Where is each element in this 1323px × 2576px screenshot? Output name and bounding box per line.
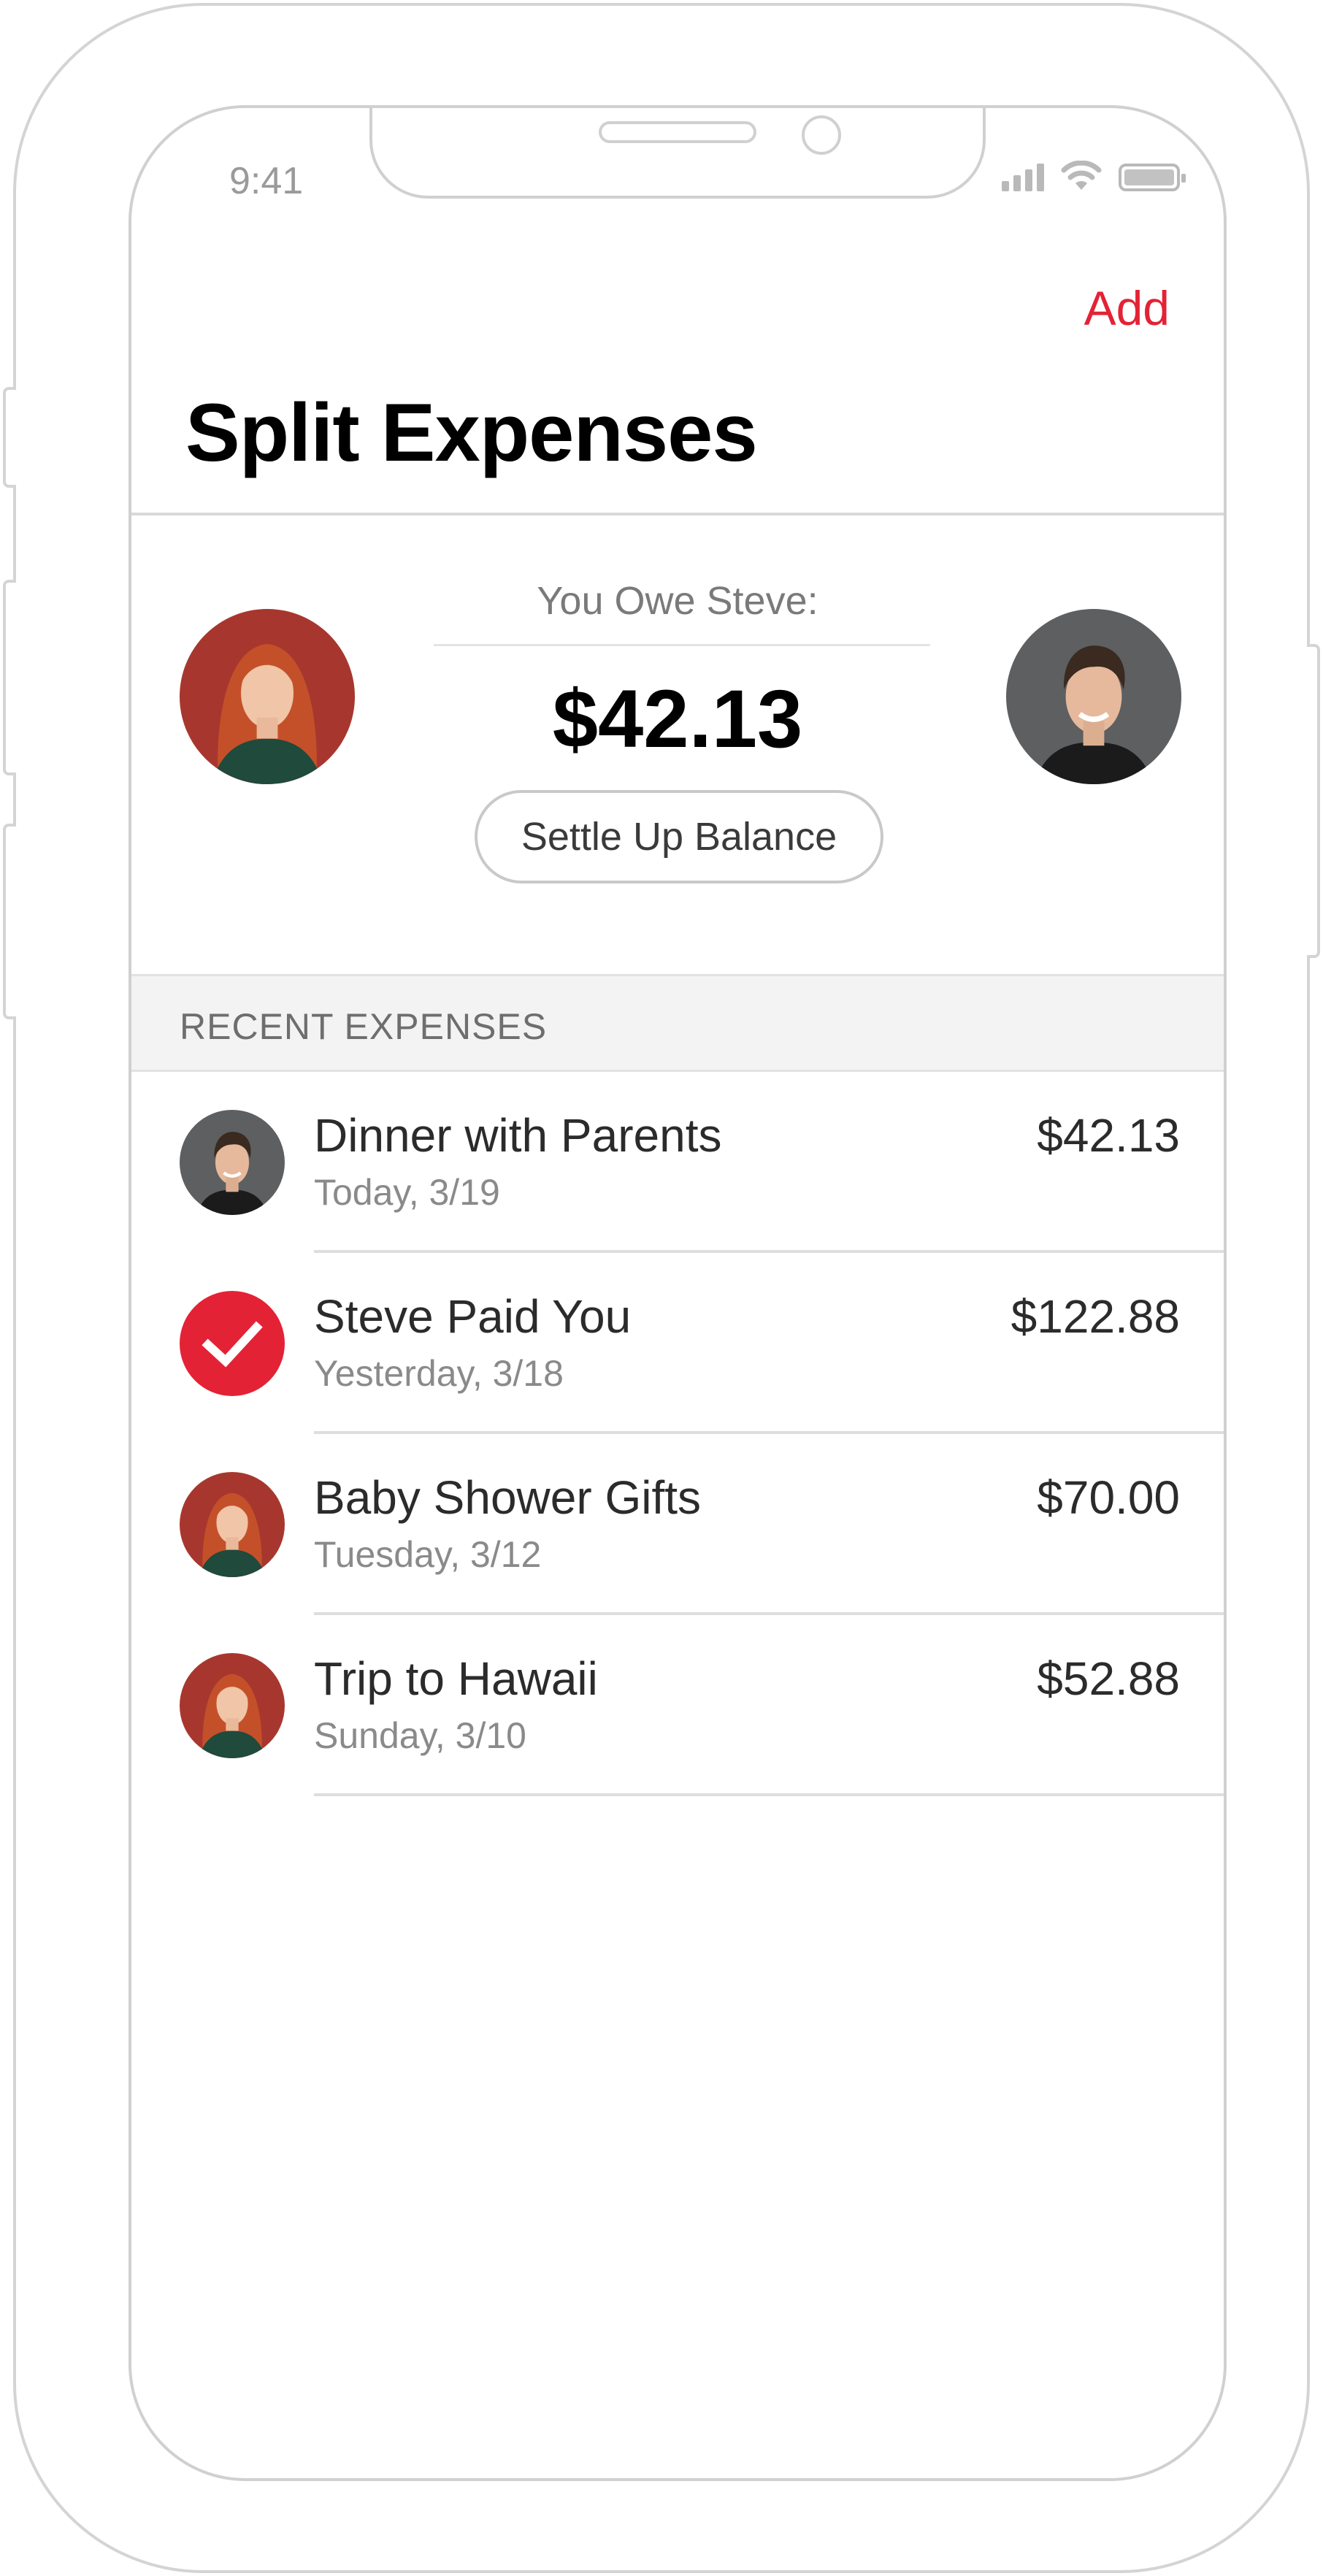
signal-icon: [1002, 162, 1044, 191]
divider: [131, 513, 1224, 515]
section-header: RECENT EXPENSES: [131, 974, 1224, 1072]
expense-date: Sunday, 3/10: [314, 1715, 526, 1756]
expense-amount: $70.00: [1037, 1471, 1180, 1524]
expense-amount: $42.13: [1037, 1109, 1180, 1162]
speaker: [599, 121, 756, 143]
side-button: [3, 580, 16, 775]
expense-title: Baby Shower Gifts: [314, 1471, 701, 1524]
expense-list: Dinner with Parents Today, 3/19 $42.13 S…: [131, 1072, 1224, 1796]
expense-amount: $122.88: [1011, 1290, 1180, 1343]
user-avatar: [180, 1472, 285, 1577]
user-avatar: [180, 1653, 285, 1758]
camera: [802, 115, 841, 155]
list-item[interactable]: Baby Shower Gifts Tuesday, 3/12 $70.00: [131, 1434, 1224, 1615]
page-title: Split Expenses: [185, 387, 758, 478]
expense-date: Tuesday, 3/12: [314, 1534, 542, 1575]
divider: [434, 644, 930, 646]
side-button: [3, 387, 16, 488]
wifi-icon: [1061, 161, 1102, 190]
steve-avatar: [180, 1110, 285, 1215]
battery-icon: [1119, 164, 1186, 191]
status-icons: [1002, 161, 1186, 191]
section-header-label: RECENT EXPENSES: [180, 1006, 548, 1047]
expense-date: Today, 3/19: [314, 1172, 500, 1213]
expense-amount: $52.88: [1037, 1652, 1180, 1705]
status-time: 9:41: [229, 160, 304, 202]
check-icon: [180, 1291, 285, 1396]
list-item[interactable]: Steve Paid You Yesterday, 3/18 $122.88: [131, 1253, 1224, 1434]
add-button[interactable]: Add: [1084, 280, 1170, 336]
expense-title: Steve Paid You: [314, 1290, 632, 1343]
expense-title: Trip to Hawaii: [314, 1652, 598, 1705]
list-item[interactable]: Trip to Hawaii Sunday, 3/10 $52.88: [131, 1615, 1224, 1796]
settle-up-button[interactable]: Settle Up Balance: [475, 790, 883, 883]
phone-frame: 9:41 Add Split Expenses You Owe Steve: $…: [3, 3, 1320, 2573]
side-button: [3, 824, 16, 1019]
side-button: [1307, 644, 1320, 958]
expense-title: Dinner with Parents: [314, 1109, 722, 1162]
notch: [369, 108, 986, 199]
steve-avatar: [1006, 609, 1181, 784]
divider: [314, 1793, 1224, 1796]
expense-date: Yesterday, 3/18: [314, 1353, 564, 1394]
list-item[interactable]: Dinner with Parents Today, 3/19 $42.13: [131, 1072, 1224, 1253]
screen: 9:41 Add Split Expenses You Owe Steve: $…: [129, 105, 1227, 2481]
